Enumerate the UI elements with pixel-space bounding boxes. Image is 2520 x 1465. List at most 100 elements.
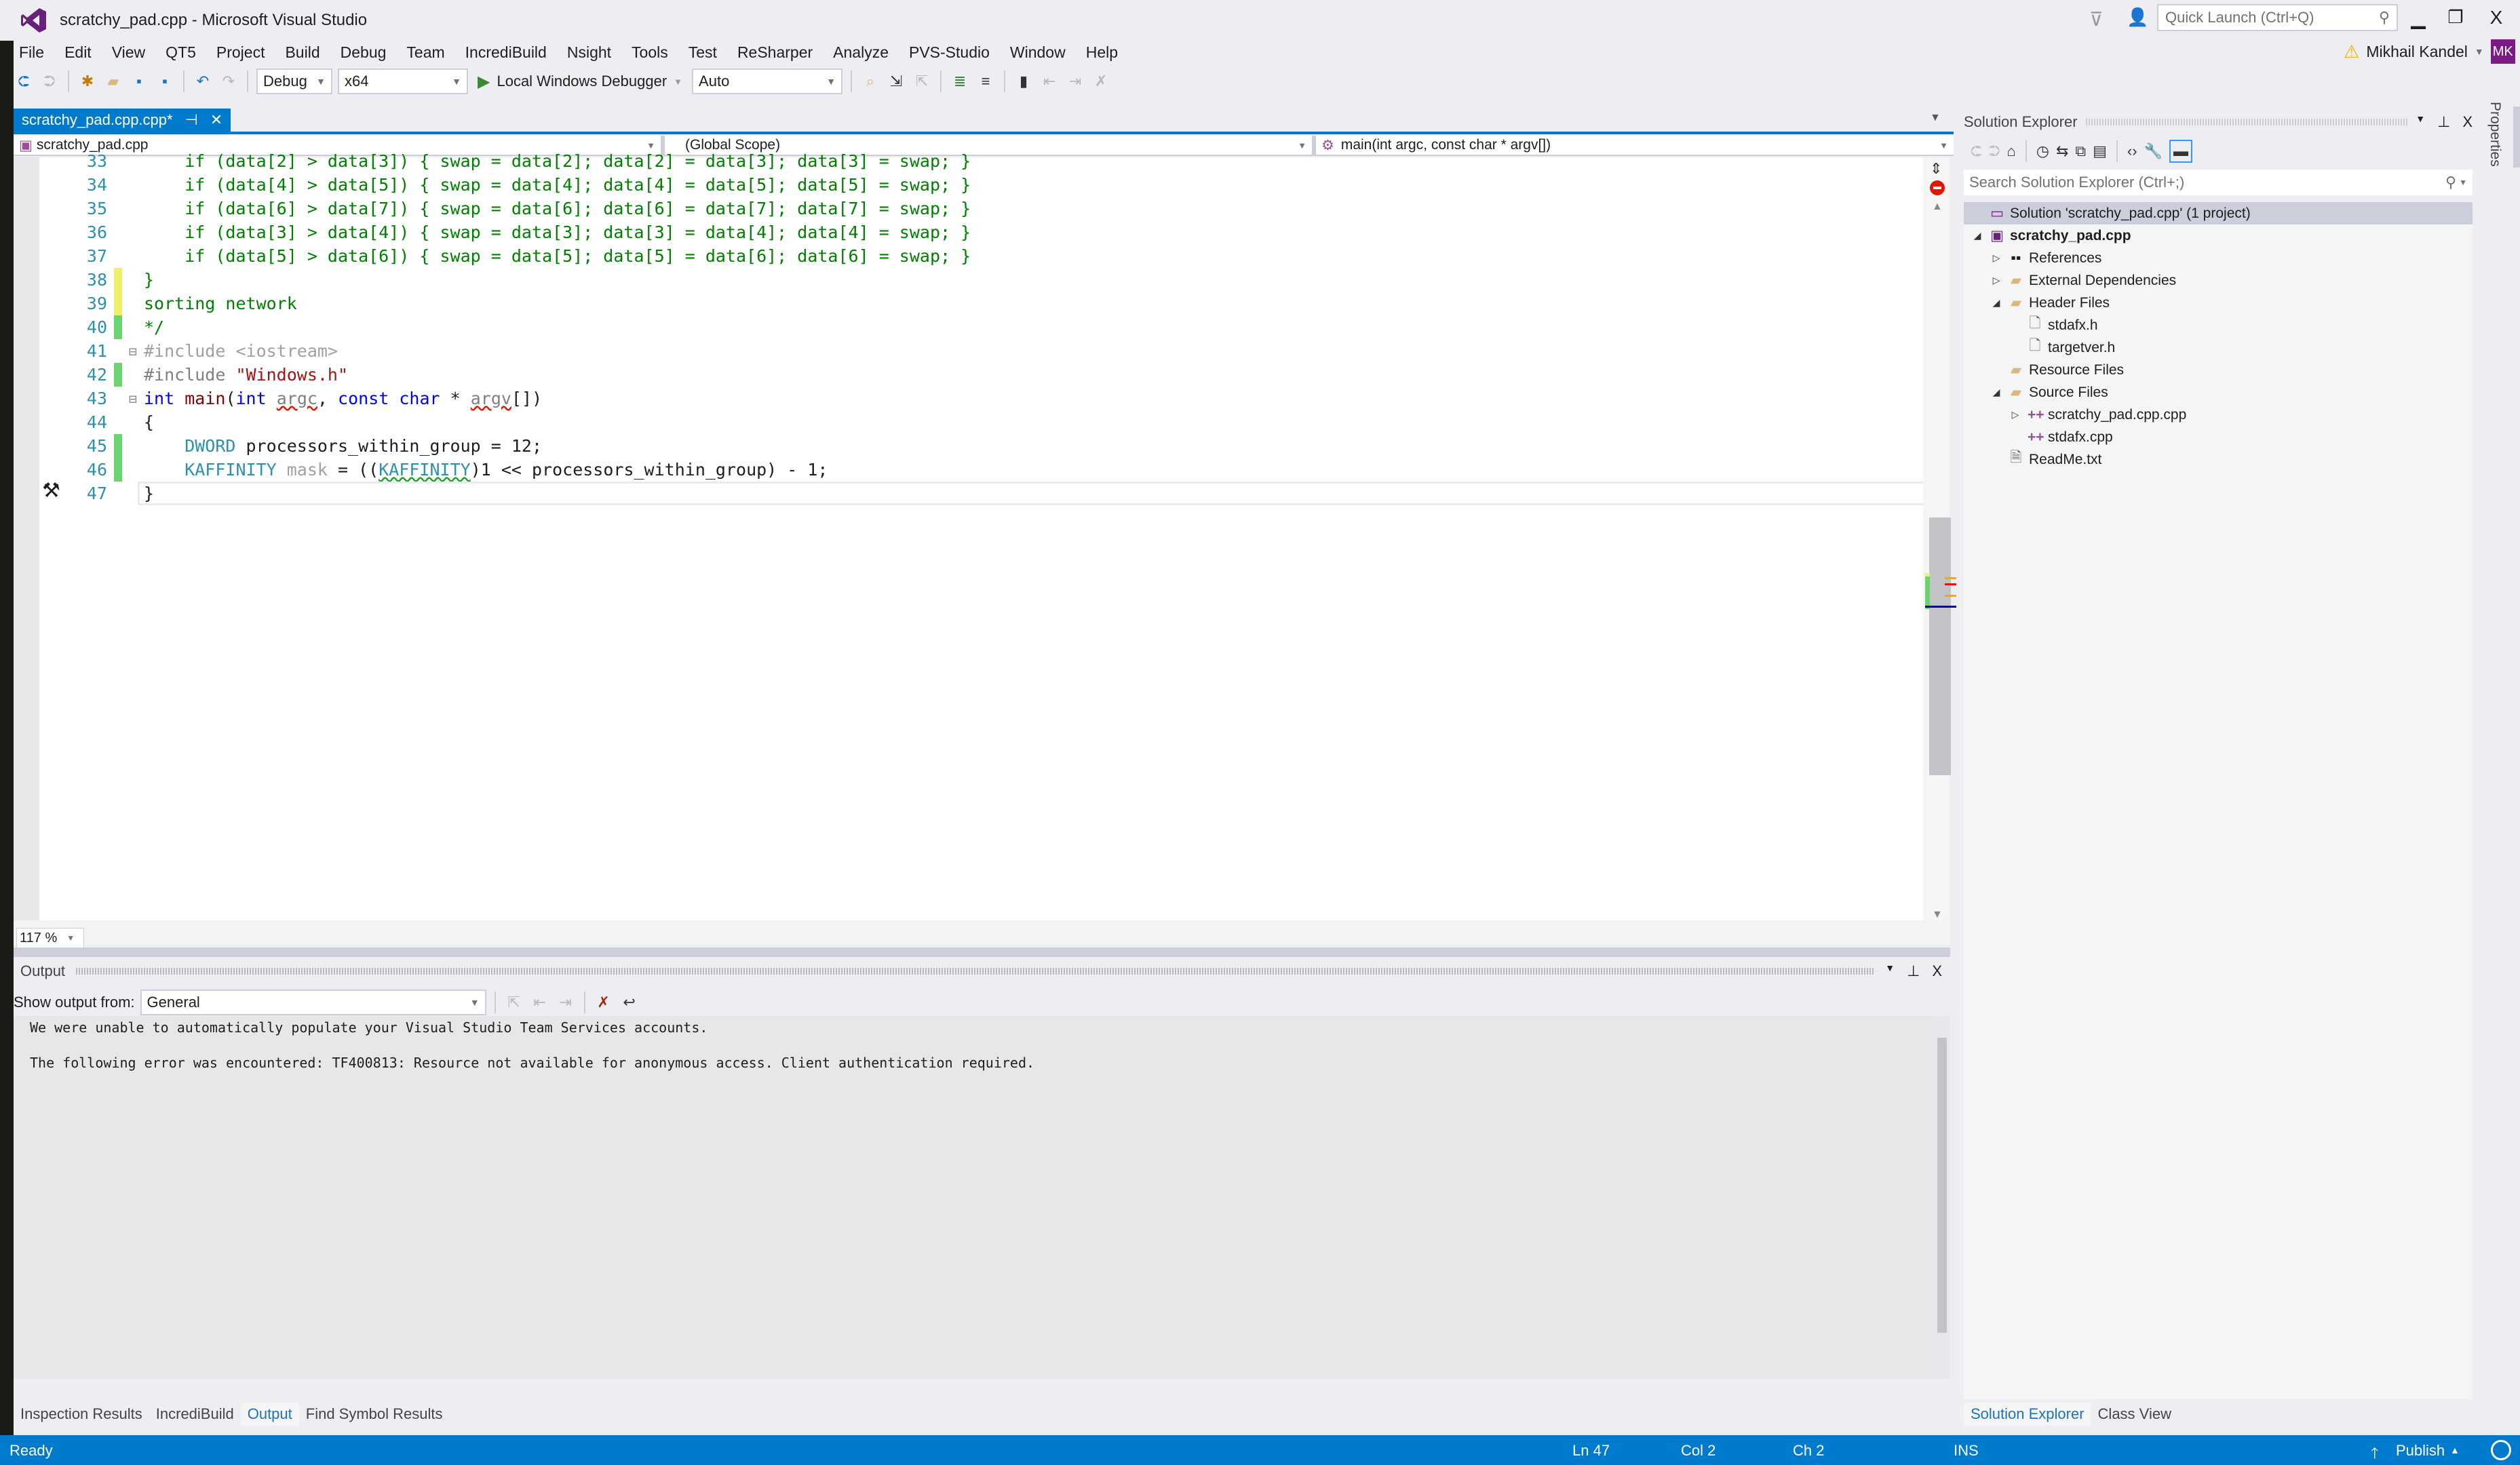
code-line[interactable]: 35 if (data[6] > data[7]) { swap = data[… (39, 197, 1937, 220)
menu-team[interactable]: Team (406, 39, 455, 62)
code-line[interactable]: 36 if (data[3] > data[4]) { swap = data[… (39, 220, 1937, 244)
solution-explorer-search-input[interactable]: Search Solution Explorer (Ctrl+;) ⚲ ▼ (1964, 170, 2473, 195)
menu-build[interactable]: Build (285, 39, 330, 62)
menu-nsight[interactable]: Nsight (567, 39, 622, 62)
code-text[interactable]: KAFFINITY mask = ((KAFFINITY)1 << proces… (140, 460, 828, 480)
close-window-button[interactable]: X (2483, 7, 2510, 31)
find-message-icon[interactable]: ⇱ (504, 992, 524, 1013)
code-line[interactable]: 38} (39, 268, 1937, 292)
code-line[interactable]: 39 sorting network (39, 292, 1937, 315)
tree-item[interactable]: ◢ ▰ Source Files (1964, 381, 2473, 404)
pin-icon[interactable]: ⊥ (1907, 962, 1920, 980)
tab-inspection-results[interactable]: Inspection Results (14, 1403, 149, 1426)
solution-configuration-select[interactable]: Debug ▼ (256, 69, 332, 94)
output-text[interactable]: We were unable to automatically populate… (14, 1016, 1937, 1379)
code-text[interactable]: if (data[4] > data[5]) { swap = data[4];… (140, 175, 971, 195)
code-line[interactable]: 42 #include "Windows.h" (39, 363, 1937, 387)
code-text[interactable]: #include "Windows.h" (140, 365, 348, 385)
clear-bookmarks-icon[interactable]: ✗ (1091, 71, 1111, 92)
window-position-icon[interactable]: ▼ (2416, 113, 2425, 131)
code-text[interactable]: if (data[5] > data[6]) { swap = data[5];… (140, 246, 971, 266)
properties-wrench-icon[interactable]: 🔧 (2144, 142, 2163, 160)
menu-view[interactable]: View (112, 39, 156, 62)
code-text[interactable]: #include <iostream> (140, 341, 338, 361)
menu-analyze[interactable]: Analyze (833, 39, 899, 62)
navigate-forward-icon[interactable]: ⮊ (39, 71, 60, 92)
split-window-icon[interactable]: ⇕ (1930, 160, 1942, 178)
uncomment-lines-icon[interactable]: ≡ (975, 71, 996, 92)
feedback-icon[interactable]: 👤 (2127, 7, 2148, 28)
code-line[interactable]: 33 if (data[2] > data[3]) { swap = data[… (39, 149, 1937, 173)
menu-help[interactable]: Help (1086, 39, 1129, 62)
notifications-icon[interactable] (2491, 1440, 2511, 1460)
tab-incredibuild[interactable]: IncrediBuild (149, 1403, 241, 1426)
drag-grip[interactable] (2085, 119, 2408, 125)
back-icon[interactable]: ⮈ (1971, 142, 1982, 160)
zoom-level-select[interactable]: 117 % ▼ (16, 928, 84, 948)
menu-qt5[interactable]: QT5 (166, 39, 207, 62)
minimize-button[interactable]: ▁ (2405, 7, 2432, 31)
bookmark-icon[interactable]: ▮ (1013, 71, 1034, 92)
menu-resharper[interactable]: ReSharper (737, 39, 823, 62)
code-text[interactable]: if (data[6] > data[7]) { swap = data[6];… (140, 199, 971, 218)
navigate-back-icon[interactable]: ⮈ (14, 71, 34, 92)
code-lines[interactable]: 33 if (data[2] > data[3]) { swap = data[… (39, 149, 1939, 505)
save-icon[interactable]: ▪ (129, 71, 149, 92)
code-line[interactable]: 41 ⊟ #include <iostream> (39, 339, 1937, 363)
step-out-icon[interactable]: ⇱ (912, 71, 932, 92)
new-project-icon[interactable]: ✱ (77, 71, 98, 92)
code-text[interactable]: } (140, 270, 154, 290)
tree-item[interactable]: ◢ ▰ Header Files (1964, 292, 2473, 314)
scroll-down-arrow-icon[interactable]: ▼ (1932, 909, 1943, 921)
tree-item[interactable]: ++ stdafx.cpp (1964, 426, 2473, 448)
tree-item[interactable]: ◢ ▣ scratchy_pad.cpp (1964, 224, 2473, 247)
code-line[interactable]: 34 if (data[4] > data[5]) { swap = data[… (39, 173, 1937, 197)
word-wrap-icon[interactable]: ↩ (619, 992, 640, 1013)
publish-button[interactable]: Publish (2396, 1442, 2445, 1460)
collapse-arrow-icon[interactable]: ◢ (1990, 387, 2003, 398)
solution-platform-select[interactable]: x64 ▼ (338, 69, 468, 94)
menu-pvs-studio[interactable]: PVS-Studio (909, 39, 1001, 62)
collapse-arrow-icon[interactable]: ◢ (1971, 230, 1984, 241)
code-text[interactable]: { (140, 412, 154, 432)
tree-item[interactable]: ▷ ▰ External Dependencies (1964, 269, 2473, 292)
menu-project[interactable]: Project (216, 39, 276, 62)
tree-item[interactable]: 🗋 targetver.h (1964, 336, 2473, 359)
pending-changes-filter-icon[interactable]: ◷ (2036, 142, 2049, 160)
pin-icon[interactable]: ⊣ (185, 111, 198, 129)
show-all-files-icon[interactable]: ▤ (2093, 142, 2107, 160)
tab-find-symbol-results[interactable]: Find Symbol Results (299, 1403, 450, 1426)
chevron-down-icon[interactable]: ▼ (674, 77, 682, 87)
tree-item[interactable]: ▷ ▪▪ References (1964, 247, 2473, 269)
open-file-icon[interactable]: ▰ (103, 71, 123, 92)
home-icon[interactable]: ⌂ (2007, 142, 2015, 160)
drag-grip[interactable] (76, 968, 1875, 975)
tab-class-view[interactable]: Class View (2091, 1403, 2178, 1426)
preview-selected-items-icon[interactable]: ▬ (2169, 140, 2192, 163)
chevron-down-icon[interactable]: ▼ (2459, 178, 2467, 187)
next-message-icon[interactable]: ⇥ (556, 992, 576, 1013)
document-tab-active[interactable]: scratchy_pad.cpp.cpp* ⊣ ✕ (14, 109, 231, 132)
tab-output[interactable]: Output (240, 1403, 299, 1426)
code-text[interactable]: sorting network (140, 294, 297, 313)
start-debugging-button[interactable]: ▶ Local Windows Debugger ▼ (473, 72, 686, 92)
menu-test[interactable]: Test (689, 39, 728, 62)
quick-launch-input[interactable]: Quick Launch (Ctrl+Q) ⚲ (2157, 4, 2398, 31)
error-indicator-icon[interactable] (1930, 180, 1945, 195)
menu-tools[interactable]: Tools (632, 39, 679, 62)
expand-arrow-icon[interactable]: ▷ (1990, 252, 2003, 264)
menu-edit[interactable]: Edit (64, 39, 102, 62)
account-area[interactable]: ⚠ Mikhail Kandel ▼ MK (2344, 39, 2515, 64)
code-line[interactable]: 45 DWORD processors_within_group = 12; (39, 434, 1937, 458)
close-panel-icon[interactable]: X (2462, 113, 2473, 131)
glyph-margin[interactable] (14, 157, 39, 920)
clear-all-icon[interactable]: ✗ (594, 992, 614, 1013)
menu-debug[interactable]: Debug (341, 39, 398, 62)
code-line[interactable]: 47} (39, 482, 1939, 505)
user-name[interactable]: Mikhail Kandel (2366, 43, 2468, 61)
restore-button[interactable]: ❐ (2442, 7, 2469, 31)
expand-arrow-icon[interactable]: ▷ (1990, 275, 2003, 286)
step-into-icon[interactable]: ⇲ (886, 71, 906, 92)
collapse-all-icon[interactable]: ⧉ (2075, 142, 2086, 160)
editor-scroll-thumb[interactable] (1929, 517, 1951, 775)
